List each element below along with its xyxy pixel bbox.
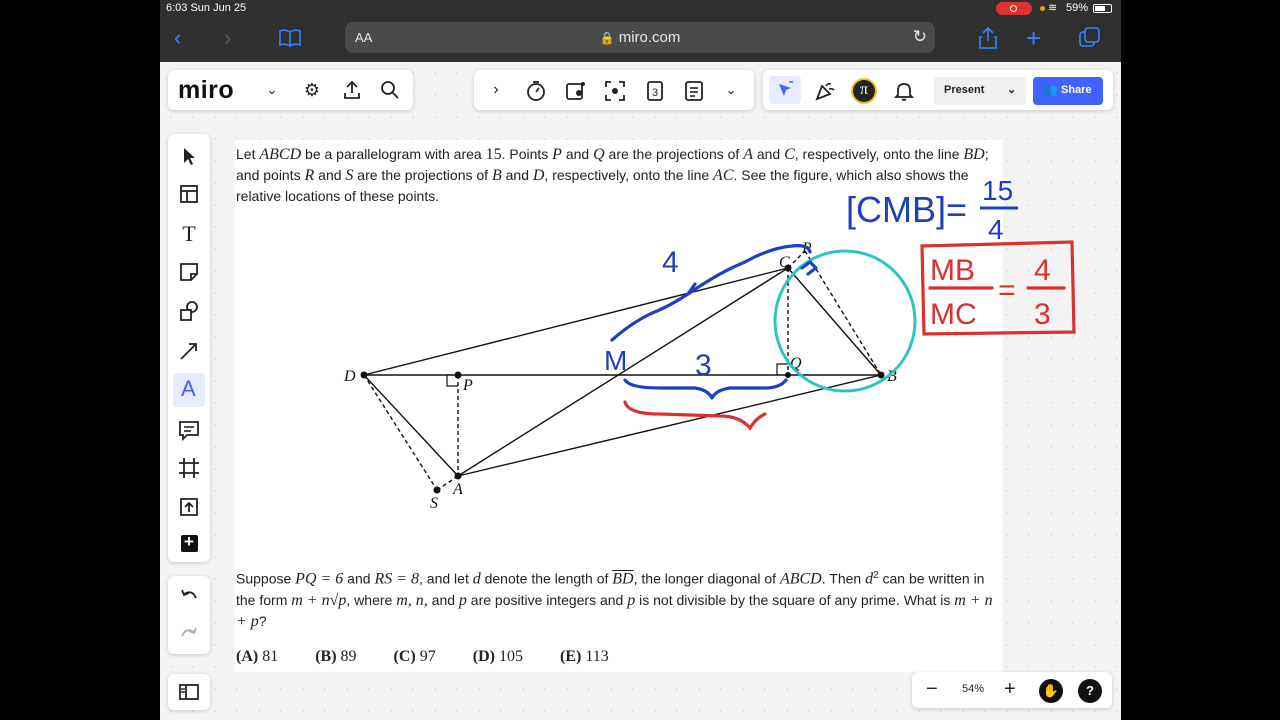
side-ba <box>457 374 882 477</box>
point-a <box>454 472 462 480</box>
red-brace-mb <box>623 400 767 431</box>
cmb-denominator: 4 <box>988 214 1004 245</box>
point-p <box>454 371 462 379</box>
url-value: miro.com <box>618 29 681 46</box>
figure-canvas: D P Q B C R A S 4 M 3 [CMB]= 15 4 MB MC … <box>343 175 1076 512</box>
dash-ds <box>363 374 438 491</box>
forward-icon[interactable]: › <box>224 27 231 49</box>
zoom-out-icon[interactable]: − <box>926 678 938 701</box>
zoom-panel: − 54% + ✋ ? <box>912 672 1112 708</box>
side-ad <box>363 374 459 477</box>
red-num-left: MB <box>930 254 975 287</box>
label-c: C <box>779 254 790 271</box>
lock-icon: 🔒 <box>599 31 615 45</box>
teal-circle-annotation <box>773 249 917 393</box>
back-icon[interactable]: ‹ <box>174 27 181 49</box>
blue-brace-mq <box>623 378 788 400</box>
url-text: 🔒 miro.com <box>345 29 935 46</box>
share-sheet-icon[interactable] <box>978 26 998 50</box>
help-icon[interactable]: ? <box>1078 679 1102 703</box>
red-num-right: 4 <box>1034 254 1051 287</box>
screen-record-icon <box>996 2 1032 15</box>
red-den-right: 3 <box>1034 298 1051 331</box>
miro-board[interactable]: miro ⌄ ⚙ › 3 ⌄ π Present ⌄ 👥 Share T A +… <box>160 62 1121 720</box>
red-annotations <box>623 240 1076 431</box>
reload-icon[interactable]: ↻ <box>913 27 927 47</box>
label-d: D <box>343 368 356 385</box>
battery-percent: 59% <box>1066 2 1089 14</box>
ipad-screen: 6:03 Sun Jun 25 ≋ 59% ‹ › AA 🔒 miro.com … <box>160 0 1121 720</box>
battery-icon <box>1093 4 1112 13</box>
mic-indicator-icon <box>1040 6 1045 11</box>
blue-label-3: 3 <box>695 349 712 382</box>
point-s <box>433 486 441 494</box>
point-d <box>360 371 368 379</box>
new-tab-icon[interactable]: + <box>1026 25 1041 51</box>
wifi-icon: ≋ <box>1048 2 1058 14</box>
tabs-overview-icon[interactable] <box>1078 26 1102 50</box>
red-equals: = <box>998 274 1016 307</box>
zoom-level[interactable]: 54% <box>962 683 984 695</box>
label-a: A <box>452 481 463 498</box>
cmb-numerator: 15 <box>982 175 1013 206</box>
blue-label-4: 4 <box>662 246 679 279</box>
label-p: P <box>462 377 473 394</box>
status-bar: 6:03 Sun Jun 25 ≋ 59% <box>160 0 1121 18</box>
blue-label-m: M <box>604 345 627 376</box>
side-cb <box>787 267 882 376</box>
cmb-equation: [CMB]= <box>846 189 967 230</box>
side-dc <box>363 267 789 376</box>
address-bar[interactable]: AA 🔒 miro.com ↻ <box>345 22 935 53</box>
point-q <box>785 372 791 378</box>
zoom-in-icon[interactable]: + <box>1004 678 1016 701</box>
red-den-left: MC <box>930 298 977 331</box>
label-s: S <box>430 495 438 512</box>
point-b <box>877 371 885 379</box>
bookmarks-icon[interactable] <box>278 28 302 48</box>
hand-pan-icon[interactable]: ✋ <box>1039 679 1063 703</box>
browser-toolbar: ‹ › AA 🔒 miro.com ↻ + <box>160 18 1121 62</box>
status-time: 6:03 Sun Jun 25 <box>166 2 247 14</box>
